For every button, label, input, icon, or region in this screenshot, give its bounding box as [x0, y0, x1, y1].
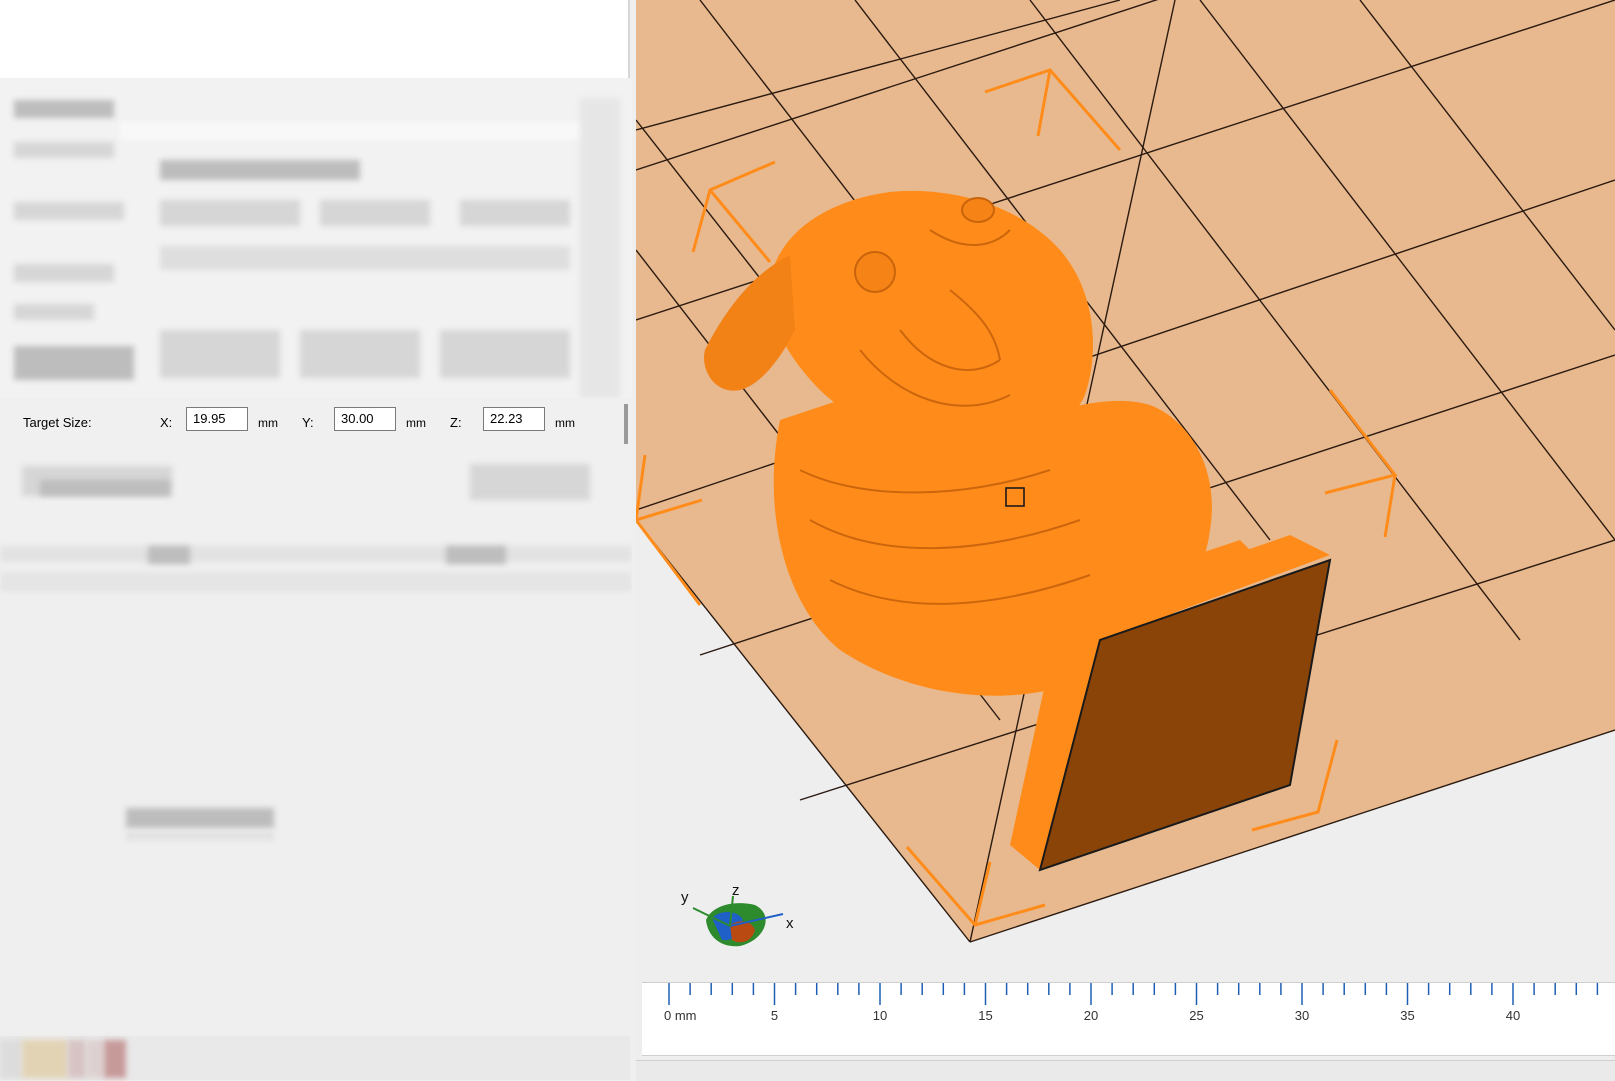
ruler-label: 30 [1295, 1008, 1309, 1023]
redacted-controls-area [0, 446, 632, 596]
ruler-label: 10 [873, 1008, 887, 1023]
ruler-label: 35 [1400, 1008, 1414, 1023]
ruler-label: 5 [771, 1008, 778, 1023]
target-y-input[interactable]: 30.00 [334, 407, 396, 431]
color-swatch-strip [0, 1036, 630, 1080]
target-size-row: Target Size: X: 19.95 mm Y: 30.00 mm Z: … [0, 400, 630, 446]
redacted-settings-area [0, 78, 632, 398]
panel-empty-area [0, 596, 630, 1036]
panel-header-blank [0, 0, 630, 78]
settings-panel: Target Size: X: 19.95 mm Y: 30.00 mm Z: … [0, 0, 636, 1080]
ruler-zero-label: 0 mm [664, 1008, 697, 1023]
axis-x-label: x [786, 915, 794, 932]
target-size-label: Target Size: [23, 415, 92, 430]
axis-z-label: z [732, 882, 740, 899]
redacted-text [126, 808, 274, 828]
ruler-label: 25 [1189, 1008, 1203, 1023]
measurement-ruler: 0 mm 5101520253035404 [642, 982, 1615, 1056]
z-unit: mm [555, 416, 575, 430]
ruler-label: 20 [1084, 1008, 1098, 1023]
ruler-scale: 0 mm 5101520253035404 [642, 983, 1615, 1055]
ruler-label: 15 [978, 1008, 992, 1023]
ruler-label: 40 [1506, 1008, 1520, 1023]
target-z-input[interactable]: 22.23 [483, 407, 545, 431]
viewport-status-bar [636, 1060, 1615, 1081]
y-label: Y: [302, 415, 314, 430]
panel-scrollbar[interactable] [624, 404, 628, 444]
x-unit: mm [258, 416, 278, 430]
z-label: Z: [450, 415, 462, 430]
axis-y-label: y [681, 889, 689, 906]
3d-viewport[interactable]: x z y [636, 0, 1615, 1080]
viewport-scene[interactable]: x z y [636, 0, 1615, 1080]
y-unit: mm [406, 416, 426, 430]
x-label: X: [160, 415, 172, 430]
target-x-input[interactable]: 19.95 [186, 407, 248, 431]
